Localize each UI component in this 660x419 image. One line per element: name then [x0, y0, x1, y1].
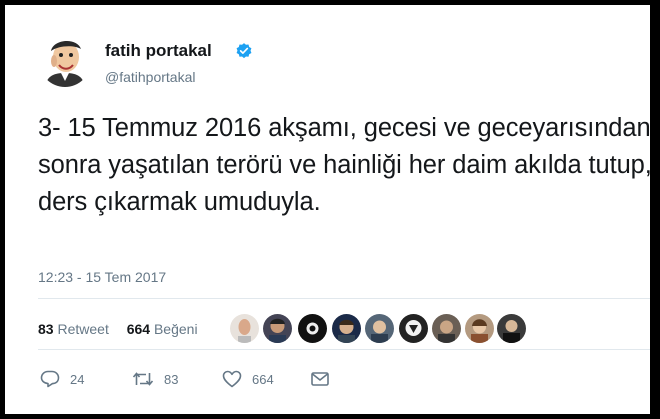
author-avatar[interactable]: [39, 35, 91, 87]
divider: [38, 349, 650, 350]
liker-avatar[interactable]: [432, 314, 461, 343]
retweet-label: Retweet: [57, 321, 109, 337]
tweet-timestamp[interactable]: 12:23 - 15 Tem 2017: [38, 269, 166, 285]
retweet-action-count: 83: [164, 371, 179, 387]
like-count: 664: [126, 321, 151, 337]
retweet-button[interactable]: 83: [132, 370, 178, 388]
direct-message-button[interactable]: [310, 370, 330, 388]
like-stat[interactable]: 664 Beğeni: [127, 321, 198, 337]
liker-avatar[interactable]: [332, 314, 361, 343]
liker-avatar[interactable]: [263, 314, 292, 343]
liker-avatar[interactable]: [465, 314, 494, 343]
reply-count: 24: [70, 371, 85, 387]
author-name[interactable]: fatih portakal: [105, 41, 212, 61]
retweet-stat[interactable]: 83 Retweet: [38, 321, 109, 337]
engagement-stats: 83 Retweet 664 Beğeni: [38, 321, 212, 337]
liker-avatar[interactable]: [399, 314, 428, 343]
heart-icon: [222, 370, 242, 388]
liker-avatar[interactable]: [365, 314, 394, 343]
author-handle[interactable]: @fatihportakal: [105, 69, 195, 85]
reply-icon: [40, 370, 60, 388]
like-button[interactable]: 664: [222, 370, 274, 388]
like-action-count: 664: [252, 371, 274, 387]
divider: [38, 298, 650, 299]
tweet-card: fatih portakal @fatihportakal 3- 15 Temm…: [5, 5, 652, 414]
verified-badge-icon: [236, 43, 252, 59]
retweet-count: 83: [38, 321, 54, 337]
envelope-icon: [311, 372, 329, 386]
liker-avatar[interactable]: [298, 314, 327, 343]
retweet-icon: [132, 372, 154, 386]
like-label: Beğeni: [153, 321, 198, 337]
liker-avatar[interactable]: [230, 314, 259, 343]
reply-button[interactable]: 24: [40, 370, 84, 388]
tweet-text: 3- 15 Temmuz 2016 akşamı, gecesi ve gece…: [38, 114, 652, 216]
liker-avatar[interactable]: [497, 314, 526, 343]
